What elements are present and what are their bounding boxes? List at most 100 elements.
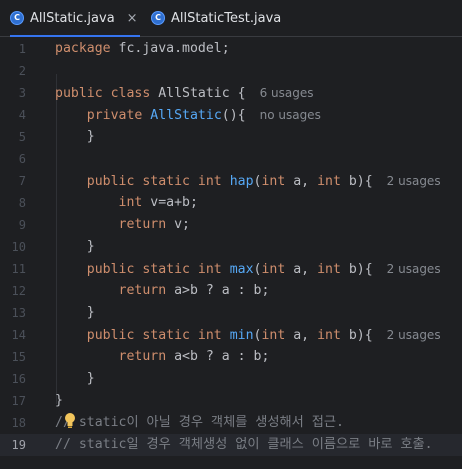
code-token: AllStatic { xyxy=(158,86,246,101)
keyword-token: public static int xyxy=(86,174,230,189)
lightbulb-icon[interactable] xyxy=(64,412,76,430)
code-line[interactable]: 4 private AllStatic(){ no usages xyxy=(0,104,462,126)
usages-hint[interactable]: 2 usages xyxy=(387,262,441,276)
line-number: 6 xyxy=(18,152,26,166)
code-token: } xyxy=(55,129,95,144)
code-line[interactable]: 9 return v; xyxy=(0,214,462,236)
code-text: // static이 아닐 경우 객체를 생성해서 접근. xyxy=(55,412,344,434)
keyword-token: public static int xyxy=(86,262,230,277)
code-token: (){ xyxy=(221,108,246,123)
code-token: b){ xyxy=(348,262,373,277)
usages-hint[interactable]: 2 usages xyxy=(387,174,441,188)
code-line[interactable]: 3 public class AllStatic {6 usages xyxy=(0,82,462,104)
code-line[interactable]: 10 } xyxy=(0,236,462,258)
line-number: 14 xyxy=(11,328,26,342)
line-number: 8 xyxy=(18,196,26,210)
code-token: } xyxy=(55,393,63,408)
code-token: a, xyxy=(293,262,318,277)
code-text: } xyxy=(55,390,63,412)
code-text: int v=a+b; xyxy=(55,192,198,214)
java-class-icon: C xyxy=(10,11,24,25)
line-number: 10 xyxy=(11,240,26,254)
code-token: a, xyxy=(293,328,318,343)
tab-allstatictest-java[interactable]: C AllStaticTest.java xyxy=(151,0,281,36)
usages-hint[interactable]: 6 usages xyxy=(260,86,314,100)
code-line[interactable]: 13 } xyxy=(0,302,462,324)
code-token: } xyxy=(55,371,95,386)
code-line[interactable]: 5 } xyxy=(0,126,462,148)
code-text: public static int hap(int a, int b){2 us… xyxy=(55,170,441,193)
comment-token: // static이 아닐 경우 객체를 생성해서 접근. xyxy=(55,415,344,430)
keyword-token: int xyxy=(261,262,294,277)
keyword-token: int xyxy=(261,174,294,189)
line-number: 12 xyxy=(11,284,26,298)
function-name-token: AllStatic xyxy=(150,108,222,123)
line-number: 18 xyxy=(11,416,26,430)
code-line[interactable]: 16 } xyxy=(0,368,462,390)
code-line[interactable]: 18 // static이 아닐 경우 객체를 생성해서 접근. xyxy=(0,412,462,434)
line-number: 11 xyxy=(11,262,26,276)
keyword-token: int xyxy=(317,262,349,277)
code-token: a>b ? a : b; xyxy=(174,283,270,298)
code-token: v; xyxy=(174,217,190,232)
keyword-token: int xyxy=(317,328,349,343)
code-text: } xyxy=(55,368,95,390)
editor-tab-bar: C AllStatic.java × C AllStaticTest.java xyxy=(0,0,462,37)
code-line[interactable]: 1 package fc.java.model; xyxy=(0,38,462,60)
keyword-token: public class xyxy=(55,86,159,101)
code-line[interactable]: 8 int v=a+b; xyxy=(0,192,462,214)
function-name-token: hap xyxy=(229,174,254,189)
line-number: 2 xyxy=(18,64,26,78)
code-token: } xyxy=(55,305,95,320)
keyword-token: int xyxy=(261,328,294,343)
code-token: fc.java.model; xyxy=(118,41,230,56)
code-editor[interactable]: 1 package fc.java.model; 2 3 public class Al… xyxy=(0,37,462,469)
keyword-token: private xyxy=(86,108,151,123)
keyword-token: return xyxy=(118,349,175,364)
usages-hint[interactable]: no usages xyxy=(260,108,321,122)
line-number: 13 xyxy=(11,306,26,320)
code-line[interactable]: 12 return a>b ? a : b; xyxy=(0,280,462,302)
code-text: } xyxy=(55,126,95,148)
code-line[interactable]: 6 xyxy=(0,148,462,170)
keyword-token: return xyxy=(118,217,175,232)
keyword-token: return xyxy=(118,283,175,298)
line-number: 1 xyxy=(18,42,26,56)
code-line[interactable]: 15 return a<b ? a : b; xyxy=(0,346,462,368)
comment-token: // static일 경우 객체생성 없이 클래스 이름으로 바로 호출. xyxy=(55,437,433,452)
code-text: } xyxy=(55,236,95,258)
tab-allstatic-java[interactable]: C AllStatic.java × xyxy=(10,0,140,37)
code-token: b){ xyxy=(348,328,373,343)
code-line[interactable]: 19 // static일 경우 객체생성 없이 클래스 이름으로 바로 호출. xyxy=(0,434,462,456)
code-token: } xyxy=(55,239,95,254)
code-line[interactable]: 7 public static int hap(int a, int b){2 … xyxy=(0,170,462,192)
code-line[interactable]: 11 public static int max(int a, int b){2… xyxy=(0,258,462,280)
code-token: b){ xyxy=(348,174,373,189)
code-token: a, xyxy=(293,174,318,189)
code-text: } xyxy=(55,302,95,324)
code-text: return a>b ? a : b; xyxy=(55,280,270,302)
code-text: package fc.java.model; xyxy=(55,38,230,60)
line-number: 9 xyxy=(18,218,26,232)
code-line[interactable]: 17} xyxy=(0,390,462,412)
code-line[interactable]: 14 public static int min(int a, int b){2… xyxy=(0,324,462,346)
code-text: return v; xyxy=(55,214,190,236)
code-line[interactable]: 2 xyxy=(0,60,462,82)
line-number: 4 xyxy=(18,108,26,122)
line-number: 7 xyxy=(18,174,26,188)
keyword-token: int xyxy=(118,195,151,210)
line-number: 16 xyxy=(11,372,26,386)
close-icon[interactable]: × xyxy=(127,11,138,26)
line-number: 15 xyxy=(11,350,26,364)
tab-label: AllStatic.java xyxy=(30,10,115,26)
code-text: // static일 경우 객체생성 없이 클래스 이름으로 바로 호출. xyxy=(55,434,433,456)
usages-hint[interactable]: 2 usages xyxy=(387,328,441,342)
